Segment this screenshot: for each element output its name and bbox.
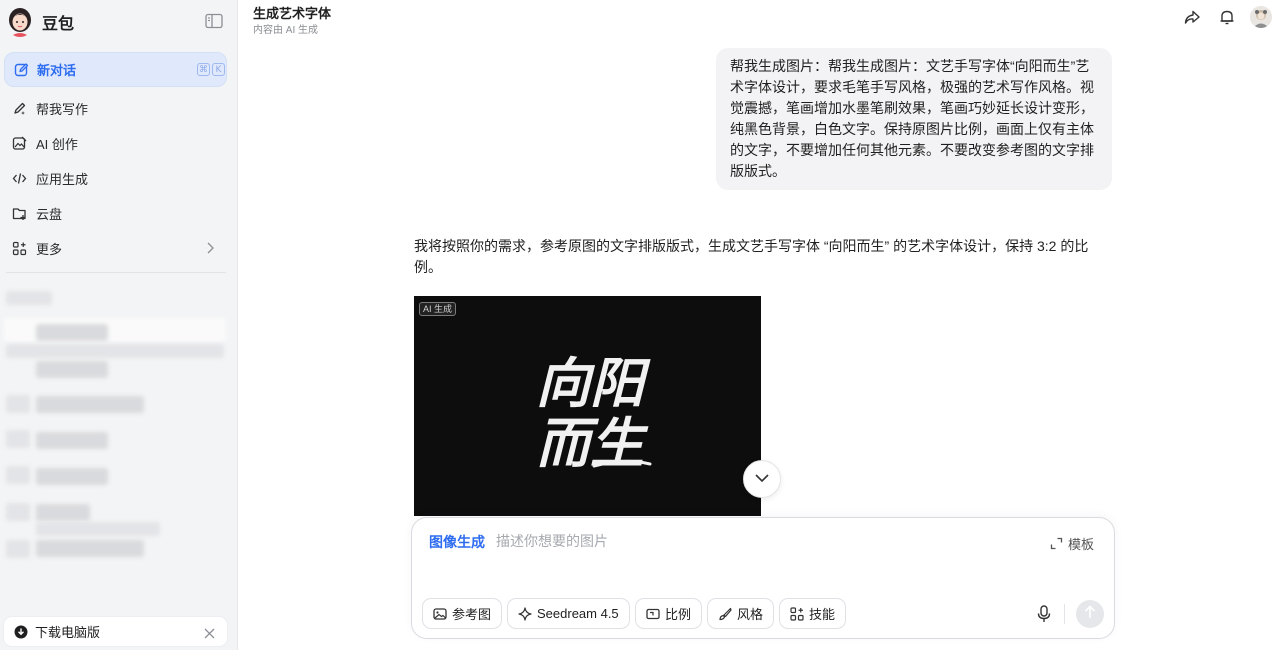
sparkle-icon [518, 606, 532, 621]
reference-image-button[interactable]: 参考图 [422, 598, 503, 629]
bell-icon[interactable] [1218, 8, 1236, 26]
image-icon [433, 607, 447, 621]
user-message: 帮我生成图片：帮我生成图片：文艺手写字体“向阳而生”艺术字体设计，要求毛笔手写风… [716, 48, 1112, 190]
new-chat-button[interactable]: 新对话 ⌘ K [4, 52, 227, 87]
apps-icon [790, 606, 804, 621]
sidebar-item-ai-create[interactable]: AI 创作 [4, 128, 227, 158]
brand[interactable]: 豆包 [6, 6, 74, 38]
page-title: 生成艺术字体 [253, 6, 332, 21]
new-chat-icon [14, 62, 29, 77]
sidebar-item-label: 应用生成 [36, 171, 89, 187]
cloud-folder-icon [12, 206, 27, 221]
app-name: 豆包 [42, 16, 75, 33]
history-item-title [36, 504, 90, 521]
image-edit-icon [12, 136, 27, 151]
download-label: 下载电脑版 [35, 625, 101, 640]
history-item[interactable] [36, 522, 160, 536]
aspect-ratio-button[interactable]: 比例 [635, 598, 703, 629]
sidebar-toggle-icon[interactable] [205, 13, 223, 29]
expand-icon [1050, 537, 1063, 550]
generated-image[interactable]: AI 生成 向阳 而生 [414, 296, 761, 516]
history-item-title [36, 324, 108, 341]
skills-button[interactable]: 技能 [779, 598, 847, 629]
style-button[interactable]: 风格 [707, 598, 775, 629]
ratio-icon [646, 607, 660, 621]
sidebar-item-label: 帮我写作 [36, 101, 89, 117]
history-section-label [6, 291, 52, 305]
share-icon[interactable] [1183, 8, 1201, 26]
tool-label: 技能 [809, 607, 836, 622]
sidebar-item-app-gen[interactable]: 应用生成 [4, 163, 227, 193]
calligraphy-artwork: 向阳 而生 [536, 351, 652, 472]
history-item[interactable] [6, 395, 30, 413]
template-button[interactable]: 模板 [1050, 534, 1094, 553]
composer: 图像生成 模板 参考图 Seedream 4.5 比例 风格 技能 [411, 517, 1115, 639]
template-label: 模板 [1067, 537, 1094, 552]
download-desktop-banner[interactable]: 下载电脑版 [4, 617, 227, 646]
sidebar-item-label: 更多 [36, 241, 63, 257]
close-icon[interactable] [204, 626, 215, 639]
grid-plus-icon [12, 241, 27, 256]
history-item-title [36, 396, 144, 413]
sidebar-divider [6, 272, 226, 273]
history-item-title [36, 540, 144, 557]
history-item[interactable] [6, 540, 30, 558]
tool-label: 比例 [665, 607, 692, 622]
sidebar-item-cloud[interactable]: 云盘 [4, 198, 227, 228]
sidebar-item-label: AI 创作 [36, 136, 78, 152]
pen-sparkle-icon [12, 101, 27, 116]
shortcut-k-key: K [212, 63, 225, 76]
artwork-line-1: 向阳 [536, 351, 651, 415]
history-item-title [36, 468, 108, 485]
chevron-right-icon [205, 241, 215, 255]
history-item[interactable] [6, 344, 224, 358]
microphone-icon[interactable] [1036, 605, 1052, 623]
composer-divider [1064, 604, 1065, 624]
tool-label: 风格 [737, 607, 764, 622]
sidebar-item-writing[interactable]: 帮我写作 [4, 93, 227, 123]
tool-label: 参考图 [452, 607, 492, 622]
prompt-input[interactable] [496, 530, 1016, 552]
scroll-to-bottom-button[interactable] [743, 460, 781, 498]
history-item[interactable] [6, 503, 30, 521]
chevron-down-icon [754, 470, 770, 488]
sidebar: 豆包 新对话 ⌘ K 帮我写作 AI 创作 应用生成 云盘 更多 下载电脑版 [0, 0, 238, 650]
sidebar-item-label: 云盘 [36, 206, 63, 222]
ai-generated-tag: AI 生成 [419, 302, 457, 316]
send-button[interactable] [1076, 600, 1104, 628]
new-chat-label: 新对话 [37, 63, 77, 78]
arrow-up-icon [1084, 604, 1096, 624]
brush-icon [718, 607, 732, 621]
doubao-avatar [6, 7, 34, 37]
assistant-message: 我将按照你的需求，参考原图的文字排版版式，生成文艺手写字体 “向阳而生” 的艺术… [414, 238, 1089, 275]
history-item-title [36, 432, 108, 449]
user-avatar[interactable] [1250, 6, 1272, 28]
sidebar-item-more[interactable]: 更多 [4, 233, 227, 263]
mode-label[interactable]: 图像生成 [429, 532, 485, 552]
model-select-button[interactable]: Seedream 4.5 [507, 598, 630, 629]
ai-disclaimer: 内容由 AI 生成 [253, 25, 319, 36]
history-item[interactable] [6, 430, 30, 448]
download-icon [14, 625, 28, 639]
code-icon [12, 171, 27, 186]
shortcut-cmd-key: ⌘ [197, 63, 210, 76]
history-item-title [36, 361, 108, 378]
history-item[interactable] [6, 466, 30, 484]
tool-label: Seedream 4.5 [537, 606, 619, 621]
